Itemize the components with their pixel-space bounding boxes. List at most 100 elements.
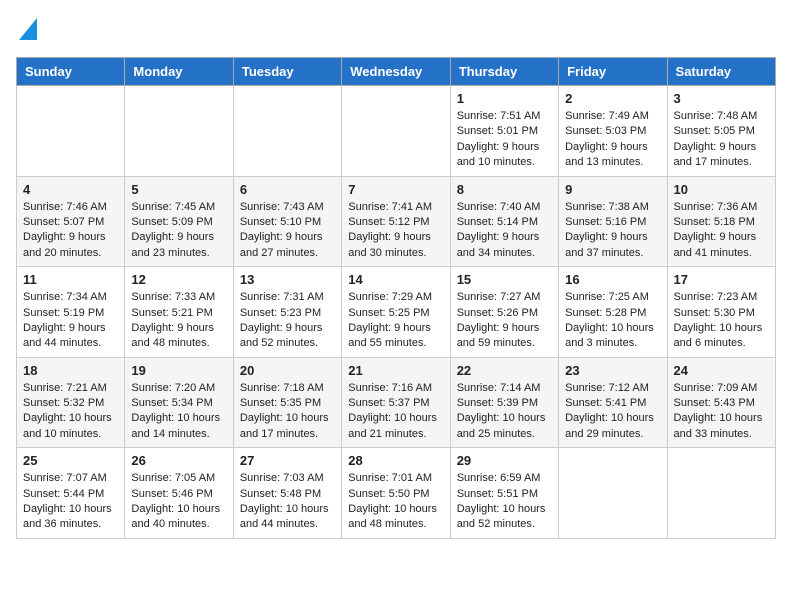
day-info: Sunrise: 7:07 AM Sunset: 5:44 PM Dayligh… (23, 471, 118, 533)
col-header-saturday: Saturday (667, 58, 775, 86)
day-info: Sunrise: 7:25 AM Sunset: 5:28 PM Dayligh… (565, 290, 660, 352)
logo (16, 16, 37, 45)
day-info: Sunrise: 7:09 AM Sunset: 5:43 PM Dayligh… (674, 381, 769, 443)
day-info: Sunrise: 7:33 AM Sunset: 5:21 PM Dayligh… (131, 290, 226, 352)
calendar-cell: 17Sunrise: 7:23 AM Sunset: 5:30 PM Dayli… (667, 267, 775, 358)
day-info: Sunrise: 7:03 AM Sunset: 5:48 PM Dayligh… (240, 471, 335, 533)
day-info: Sunrise: 7:38 AM Sunset: 5:16 PM Dayligh… (565, 200, 660, 262)
day-number: 2 (565, 91, 660, 106)
day-info: Sunrise: 7:31 AM Sunset: 5:23 PM Dayligh… (240, 290, 335, 352)
calendar-cell: 22 Sunrise: 7:14 AM Sunset: 5:39 PM Dayli… (450, 357, 558, 448)
day-info: Sunrise: 7:01 AM Sunset: 5:50 PM Dayligh… (348, 471, 443, 533)
day-number: 3 (674, 91, 769, 106)
calendar-table: SundayMondayTuesdayWednesdayThursdayFrid… (16, 57, 776, 539)
calendar-cell: 12Sunrise: 7:33 AM Sunset: 5:21 PM Dayli… (125, 267, 233, 358)
day-number: 24 (674, 363, 769, 378)
calendar-cell (125, 86, 233, 177)
calendar-cell: 23 Sunrise: 7:12 AM Sunset: 5:41 PM Dayli… (559, 357, 667, 448)
day-number: 29 (457, 453, 552, 468)
calendar-cell: 24 Sunrise: 7:09 AM Sunset: 5:43 PM Dayli… (667, 357, 775, 448)
day-number: 13 (240, 272, 335, 287)
calendar-cell: 16 Sunrise: 7:25 AM Sunset: 5:28 PM Dayli… (559, 267, 667, 358)
calendar-cell: 20 Sunrise: 7:18 AM Sunset: 5:35 PM Dayli… (233, 357, 341, 448)
calendar-cell: 15 Sunrise: 7:27 AM Sunset: 5:26 PM Dayli… (450, 267, 558, 358)
calendar-cell: 1 Sunrise: 7:51 AM Sunset: 5:01 PM Daylig… (450, 86, 558, 177)
calendar-cell: 28 Sunrise: 7:01 AM Sunset: 5:50 PM Dayli… (342, 448, 450, 539)
day-number: 14 (348, 272, 443, 287)
day-number: 21 (348, 363, 443, 378)
calendar-cell: 6 Sunrise: 7:43 AM Sunset: 5:10 PM Daylig… (233, 176, 341, 267)
day-info: Sunrise: 7:43 AM Sunset: 5:10 PM Dayligh… (240, 200, 335, 262)
calendar-cell: 5Sunrise: 7:45 AM Sunset: 5:09 PM Daylig… (125, 176, 233, 267)
calendar-cell: 19Sunrise: 7:20 AM Sunset: 5:34 PM Dayli… (125, 357, 233, 448)
day-number: 22 (457, 363, 552, 378)
day-info: Sunrise: 7:49 AM Sunset: 5:03 PM Dayligh… (565, 109, 660, 171)
day-info: Sunrise: 7:48 AM Sunset: 5:05 PM Dayligh… (674, 109, 769, 171)
col-header-wednesday: Wednesday (342, 58, 450, 86)
calendar-cell (17, 86, 125, 177)
col-header-friday: Friday (559, 58, 667, 86)
calendar-cell (342, 86, 450, 177)
day-number: 20 (240, 363, 335, 378)
day-number: 6 (240, 182, 335, 197)
day-number: 23 (565, 363, 660, 378)
day-info: Sunrise: 7:51 AM Sunset: 5:01 PM Dayligh… (457, 109, 552, 171)
calendar-cell: 13 Sunrise: 7:31 AM Sunset: 5:23 PM Dayli… (233, 267, 341, 358)
day-number: 16 (565, 272, 660, 287)
day-number: 9 (565, 182, 660, 197)
day-info: Sunrise: 7:12 AM Sunset: 5:41 PM Dayligh… (565, 381, 660, 443)
day-info: Sunrise: 7:16 AM Sunset: 5:37 PM Dayligh… (348, 381, 443, 443)
day-info: Sunrise: 7:29 AM Sunset: 5:25 PM Dayligh… (348, 290, 443, 352)
day-number: 28 (348, 453, 443, 468)
day-number: 4 (23, 182, 118, 197)
calendar-cell: 9 Sunrise: 7:38 AM Sunset: 5:16 PM Daylig… (559, 176, 667, 267)
day-info: Sunrise: 7:36 AM Sunset: 5:18 PM Dayligh… (674, 200, 769, 262)
calendar-cell: 7 Sunrise: 7:41 AM Sunset: 5:12 PM Daylig… (342, 176, 450, 267)
col-header-tuesday: Tuesday (233, 58, 341, 86)
calendar-week-row: 1 Sunrise: 7:51 AM Sunset: 5:01 PM Daylig… (17, 86, 776, 177)
day-number: 19 (131, 363, 226, 378)
day-number: 10 (674, 182, 769, 197)
day-info: Sunrise: 7:27 AM Sunset: 5:26 PM Dayligh… (457, 290, 552, 352)
day-info: Sunrise: 7:46 AM Sunset: 5:07 PM Dayligh… (23, 200, 118, 262)
day-number: 27 (240, 453, 335, 468)
calendar-cell: 11Sunrise: 7:34 AM Sunset: 5:19 PM Dayli… (17, 267, 125, 358)
calendar-cell: 14 Sunrise: 7:29 AM Sunset: 5:25 PM Dayli… (342, 267, 450, 358)
day-number: 25 (23, 453, 118, 468)
day-info: Sunrise: 7:21 AM Sunset: 5:32 PM Dayligh… (23, 381, 118, 443)
day-info: Sunrise: 7:40 AM Sunset: 5:14 PM Dayligh… (457, 200, 552, 262)
page-header (16, 16, 776, 45)
calendar-cell (667, 448, 775, 539)
calendar-week-row: 11Sunrise: 7:34 AM Sunset: 5:19 PM Dayli… (17, 267, 776, 358)
day-number: 26 (131, 453, 226, 468)
day-info: Sunrise: 7:18 AM Sunset: 5:35 PM Dayligh… (240, 381, 335, 443)
calendar-cell (559, 448, 667, 539)
calendar-header-row: SundayMondayTuesdayWednesdayThursdayFrid… (17, 58, 776, 86)
day-info: Sunrise: 7:23 AM Sunset: 5:30 PM Dayligh… (674, 290, 769, 352)
calendar-cell: 10 Sunrise: 7:36 AM Sunset: 5:18 PM Dayli… (667, 176, 775, 267)
day-number: 15 (457, 272, 552, 287)
col-header-thursday: Thursday (450, 58, 558, 86)
calendar-cell (233, 86, 341, 177)
calendar-cell: 21 Sunrise: 7:16 AM Sunset: 5:37 PM Dayli… (342, 357, 450, 448)
logo-icon (19, 18, 37, 40)
day-info: Sunrise: 7:41 AM Sunset: 5:12 PM Dayligh… (348, 200, 443, 262)
day-number: 18 (23, 363, 118, 378)
calendar-cell: 27 Sunrise: 7:03 AM Sunset: 5:48 PM Dayli… (233, 448, 341, 539)
day-info: Sunrise: 6:59 AM Sunset: 5:51 PM Dayligh… (457, 471, 552, 533)
calendar-week-row: 25 Sunrise: 7:07 AM Sunset: 5:44 PM Dayli… (17, 448, 776, 539)
day-info: Sunrise: 7:45 AM Sunset: 5:09 PM Dayligh… (131, 200, 226, 262)
calendar-week-row: 4 Sunrise: 7:46 AM Sunset: 5:07 PM Daylig… (17, 176, 776, 267)
col-header-monday: Monday (125, 58, 233, 86)
day-number: 1 (457, 91, 552, 106)
calendar-cell: 8Sunrise: 7:40 AM Sunset: 5:14 PM Daylig… (450, 176, 558, 267)
day-number: 11 (23, 272, 118, 287)
calendar-cell: 25 Sunrise: 7:07 AM Sunset: 5:44 PM Dayli… (17, 448, 125, 539)
calendar-cell: 29 Sunrise: 6:59 AM Sunset: 5:51 PM Dayli… (450, 448, 558, 539)
col-header-sunday: Sunday (17, 58, 125, 86)
day-info: Sunrise: 7:05 AM Sunset: 5:46 PM Dayligh… (131, 471, 226, 533)
day-info: Sunrise: 7:14 AM Sunset: 5:39 PM Dayligh… (457, 381, 552, 443)
calendar-cell: 26 Sunrise: 7:05 AM Sunset: 5:46 PM Dayli… (125, 448, 233, 539)
day-number: 7 (348, 182, 443, 197)
calendar-cell: 4 Sunrise: 7:46 AM Sunset: 5:07 PM Daylig… (17, 176, 125, 267)
